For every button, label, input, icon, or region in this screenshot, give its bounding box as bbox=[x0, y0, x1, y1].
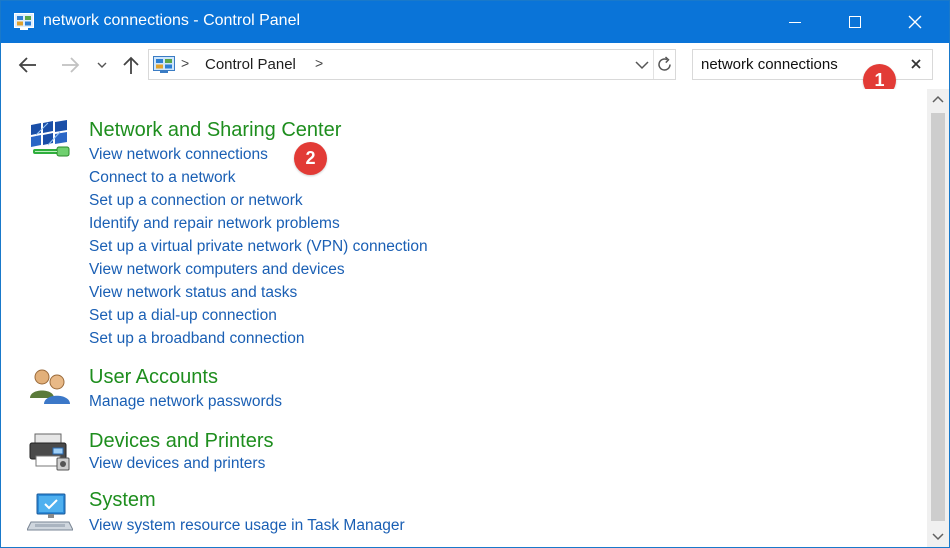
close-icon bbox=[908, 15, 922, 29]
clear-x-icon bbox=[911, 59, 921, 69]
link-set-up-connection[interactable]: Set up a connection or network bbox=[89, 192, 303, 210]
control-panel-icon bbox=[153, 56, 175, 78]
forward-button[interactable] bbox=[57, 53, 83, 77]
system-icon bbox=[26, 492, 74, 539]
category-title-devices-printers[interactable]: Devices and Printers bbox=[89, 430, 274, 453]
scroll-thumb[interactable] bbox=[931, 113, 945, 521]
link-view-network-status[interactable]: View network status and tasks bbox=[89, 284, 297, 302]
address-bar[interactable]: > Control Panel > bbox=[148, 49, 676, 80]
link-manage-network-passwords[interactable]: Manage network passwords bbox=[89, 393, 282, 411]
link-view-network-computers[interactable]: View network computers and devices bbox=[89, 261, 345, 279]
breadcrumb-control-panel[interactable]: Control Panel bbox=[205, 56, 296, 73]
up-button[interactable] bbox=[119, 53, 143, 77]
search-results: Network and Sharing Center View network … bbox=[1, 89, 926, 547]
chevron-up-icon bbox=[932, 95, 944, 103]
link-view-devices-printers[interactable]: View devices and printers bbox=[89, 455, 265, 473]
control-panel-icon bbox=[14, 13, 34, 30]
navigation-bar: > Control Panel > bbox=[1, 43, 949, 89]
up-arrow-icon bbox=[123, 56, 139, 74]
breadcrumb-separator-trailing[interactable]: > bbox=[315, 55, 323, 71]
scroll-up-button[interactable] bbox=[927, 89, 949, 111]
back-button[interactable] bbox=[15, 53, 41, 77]
address-dropdown-button[interactable] bbox=[631, 50, 653, 79]
recent-locations-button[interactable] bbox=[95, 53, 109, 77]
close-button[interactable] bbox=[885, 1, 945, 43]
control-panel-window: network connections - Control Panel > Co… bbox=[0, 0, 950, 548]
minimize-button[interactable] bbox=[765, 1, 825, 43]
back-arrow-icon bbox=[18, 57, 36, 73]
category-title-system[interactable]: System bbox=[89, 489, 156, 512]
chevron-down-icon bbox=[932, 533, 944, 541]
maximize-icon bbox=[849, 16, 861, 28]
link-identify-repair-problems[interactable]: Identify and repair network problems bbox=[89, 215, 340, 233]
user-accounts-icon bbox=[27, 366, 73, 413]
refresh-button[interactable] bbox=[653, 50, 676, 79]
forward-arrow-icon bbox=[62, 57, 80, 73]
vertical-scrollbar[interactable] bbox=[927, 89, 949, 547]
chevron-down-icon bbox=[635, 61, 649, 70]
link-set-up-dial-up[interactable]: Set up a dial-up connection bbox=[89, 307, 277, 325]
link-view-system-resource-usage[interactable]: View system resource usage in Task Manag… bbox=[89, 517, 405, 535]
maximize-button[interactable] bbox=[825, 1, 885, 43]
window-title: network connections - Control Panel bbox=[43, 12, 301, 29]
refresh-icon bbox=[658, 56, 671, 71]
breadcrumb-separator[interactable]: > bbox=[181, 55, 189, 71]
minimize-icon bbox=[789, 22, 801, 23]
devices-printers-icon bbox=[27, 430, 73, 477]
recent-locations-icon bbox=[97, 62, 107, 68]
link-set-up-vpn[interactable]: Set up a virtual private network (VPN) c… bbox=[89, 238, 428, 256]
link-connect-to-network[interactable]: Connect to a network bbox=[89, 169, 235, 187]
network-sharing-icon bbox=[27, 119, 75, 168]
category-title-network-sharing-center[interactable]: Network and Sharing Center bbox=[89, 119, 341, 142]
title-bar[interactable]: network connections - Control Panel bbox=[1, 1, 949, 43]
scroll-down-button[interactable] bbox=[927, 525, 949, 547]
link-set-up-broadband[interactable]: Set up a broadband connection bbox=[89, 330, 304, 348]
search-box[interactable] bbox=[692, 49, 933, 80]
search-clear-button[interactable] bbox=[901, 50, 931, 79]
category-title-user-accounts[interactable]: User Accounts bbox=[89, 366, 218, 389]
step-badge-2: 2 bbox=[294, 142, 327, 175]
link-view-network-connections[interactable]: View network connections bbox=[89, 146, 268, 164]
